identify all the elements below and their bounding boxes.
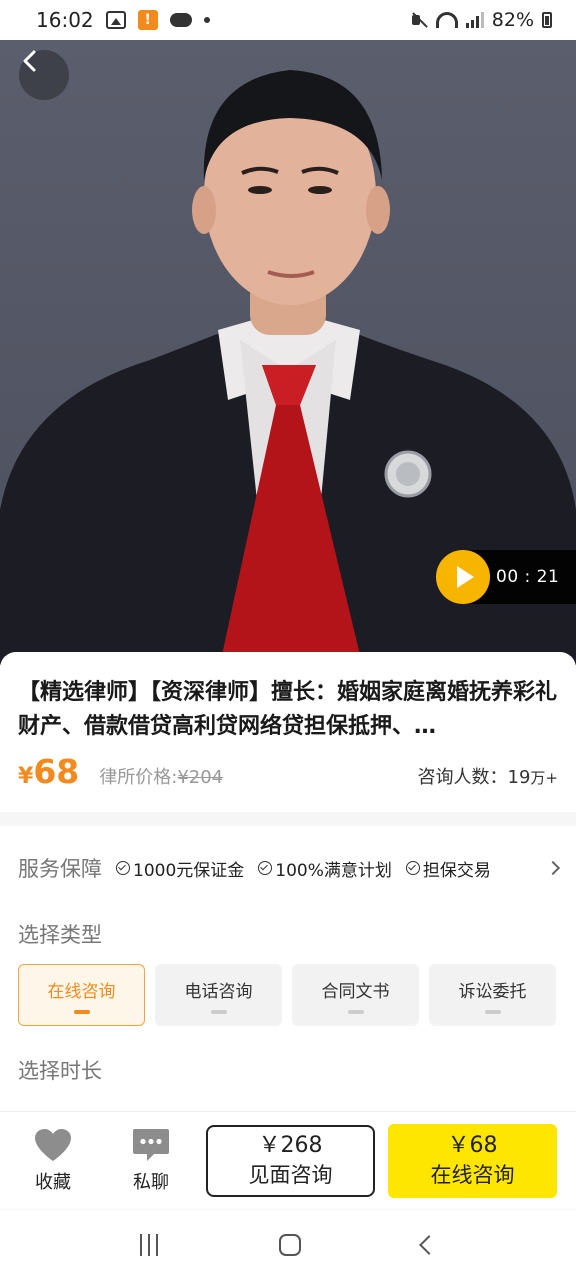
- play-button[interactable]: [436, 550, 490, 604]
- play-icon: [457, 566, 474, 588]
- heart-icon: [34, 1128, 72, 1162]
- original-price-label: 律所价格:: [99, 767, 178, 788]
- status-left: 16:02 !: [36, 8, 210, 32]
- service-guarantee-row[interactable]: 服务保障 1000元保证金 100%满意计划 担保交易: [18, 826, 561, 910]
- service-item: 100%满意计划: [258, 856, 392, 881]
- battery-icon: [542, 12, 552, 28]
- wifi-icon: [435, 12, 458, 28]
- status-time: 16:02: [36, 8, 94, 32]
- chat-bubble-icon: [132, 1128, 170, 1162]
- lawyer-video-cover[interactable]: 00 : 21: [0, 40, 576, 665]
- price-symbol: ¥: [18, 764, 34, 789]
- service-item-label: 担保交易: [422, 860, 491, 881]
- mute-icon: [410, 11, 428, 29]
- online-price: ￥68: [447, 1132, 498, 1158]
- favorite-button[interactable]: 收藏: [24, 1128, 82, 1194]
- type-option-label: 诉讼委托: [458, 981, 527, 1002]
- signal-icon: [465, 12, 484, 28]
- product-info-card: 【精选律师】【资深律师】擅长：婚姻家庭离婚抚养彩礼财产、借款借贷高利贷网络贷担保…: [0, 652, 576, 812]
- original-price-value: ¥204: [177, 767, 224, 788]
- video-player-pill[interactable]: 00 : 21: [436, 550, 576, 604]
- current-price: ¥68: [18, 752, 79, 791]
- service-item: 1000元保证金: [116, 856, 244, 881]
- service-guarantee-label: 服务保障: [18, 857, 102, 881]
- home-icon[interactable]: [278, 1234, 301, 1256]
- type-option-phone[interactable]: 电话咨询: [155, 964, 282, 1026]
- type-option-label: 合同文书: [321, 981, 390, 1002]
- status-right: 82%: [410, 9, 552, 31]
- type-option-indicator: [347, 1009, 364, 1014]
- back-nav-icon[interactable]: [418, 1235, 439, 1255]
- check-circle-icon: [405, 861, 420, 875]
- type-options: 在线咨询 电话咨询 合同文书 诉讼委托: [18, 964, 558, 1026]
- gallery-icon: [105, 11, 126, 29]
- service-guarantee-items: 1000元保证金 100%满意计划 担保交易: [116, 856, 491, 881]
- consult-count-unit: 万+: [530, 769, 558, 787]
- notification-dot-icon: [203, 17, 210, 23]
- type-option-indicator: [210, 1009, 227, 1014]
- online-label: 在线咨询: [430, 1162, 515, 1187]
- in-person-consult-button[interactable]: ￥268 见面咨询: [206, 1124, 375, 1197]
- service-item-label: 1000元保证金: [133, 860, 245, 881]
- service-item-label: 100%满意计划: [275, 860, 392, 881]
- in-person-label: 见面咨询: [248, 1162, 333, 1187]
- system-navigation-bar: [0, 1210, 576, 1280]
- bottom-action-bar: 收藏 私聊 ￥268 见面咨询 ￥68 在线咨询: [0, 1111, 576, 1209]
- select-type-label: 选择类型: [18, 923, 102, 947]
- select-duration-label: 选择时长: [18, 1059, 102, 1083]
- private-chat-label: 私聊: [133, 1171, 169, 1193]
- online-consult-button[interactable]: ￥68 在线咨询: [388, 1123, 557, 1198]
- battery-percent: 82%: [491, 9, 534, 31]
- chevron-right-icon[interactable]: [545, 860, 561, 876]
- type-option-indicator: [73, 1009, 90, 1014]
- type-option-litigation[interactable]: 诉讼委托: [429, 964, 556, 1026]
- check-circle-icon: [258, 861, 273, 875]
- options-panel: 服务保障 1000元保证金 100%满意计划 担保交易 选择类型 在线咨询 电话…: [0, 826, 576, 1116]
- back-button[interactable]: [19, 50, 69, 100]
- type-option-contract[interactable]: 合同文书: [292, 964, 419, 1026]
- bulb-icon: !: [137, 10, 158, 30]
- favorite-label: 收藏: [35, 1171, 71, 1193]
- service-item: 担保交易: [405, 856, 491, 881]
- consult-count-number: 19: [507, 767, 531, 788]
- chevron-left-icon: [23, 50, 36, 72]
- type-option-indicator: [484, 1009, 501, 1014]
- product-title: 【精选律师】【资深律师】擅长：婚姻家庭离婚抚养彩礼财产、借款借贷高利贷网络贷担保…: [18, 680, 558, 739]
- recent-apps-icon[interactable]: [140, 1234, 159, 1256]
- cloud-icon: [169, 13, 192, 27]
- type-option-label: 电话咨询: [184, 981, 253, 1002]
- check-circle-icon: [116, 861, 130, 875]
- price-row: ¥68 律所价格:¥204 咨询人数：19万+: [18, 752, 558, 791]
- type-option-online[interactable]: 在线咨询: [18, 964, 145, 1026]
- app-root: 16:02 ! 82% 00: 21 【精选律师】【资深律师】擅长：婚姻家庭离…: [0, 0, 576, 1280]
- consult-count-label: 咨询人数：: [417, 767, 508, 788]
- in-person-price: ￥268: [258, 1132, 323, 1158]
- private-chat-button[interactable]: 私聊: [122, 1128, 180, 1194]
- video-duration: 00 : 21: [496, 567, 560, 587]
- price-value: 68: [33, 752, 80, 791]
- consult-count: 咨询人数：19万+: [418, 763, 558, 789]
- status-bar: 16:02 ! 82%: [0, 0, 576, 40]
- original-price: 律所价格:¥204: [99, 763, 223, 789]
- type-option-label: 在线咨询: [47, 981, 116, 1002]
